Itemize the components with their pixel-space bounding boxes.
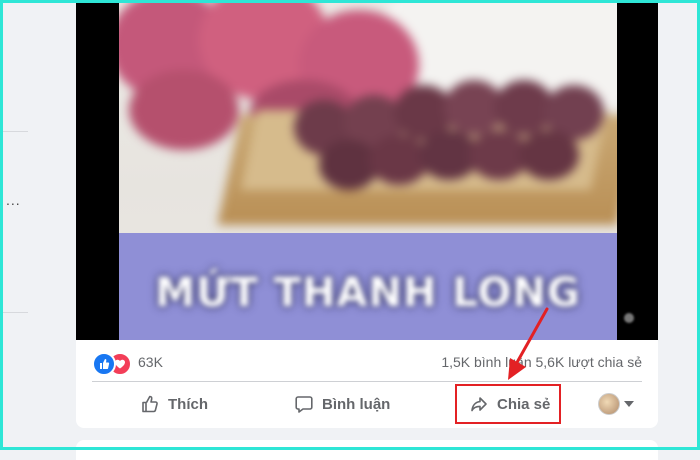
image-caption: MỨT THANH LONG — [155, 270, 581, 316]
post-actions: Thích Bình luận Chia sẻ — [76, 384, 658, 424]
next-post-card — [76, 440, 658, 460]
like-label: Thích — [168, 395, 208, 413]
reaction-count[interactable]: 63K — [138, 354, 163, 370]
sidebar-divider — [0, 131, 28, 132]
like-reaction-icon[interactable] — [92, 352, 116, 376]
dragon-fruit — [129, 70, 239, 150]
left-sidebar: ... — [0, 0, 30, 450]
post-stats: 63K 1,5K bình luận 5,6K lượt chia sẻ — [76, 348, 658, 376]
sidebar-divider — [0, 312, 28, 313]
post-media[interactable]: MỨT THANH LONG — [76, 0, 658, 340]
comment-bubble-icon — [295, 396, 313, 413]
media-indicator-icon — [624, 313, 634, 323]
thumbs-up-icon — [142, 395, 158, 413]
share-highlight-box — [455, 384, 561, 424]
like-button[interactable]: Thích — [140, 384, 208, 424]
stats-divider — [92, 381, 642, 382]
avatar — [598, 393, 620, 415]
comments-shares-count[interactable]: 1,5K bình luận 5,6K lượt chia sẻ — [441, 354, 642, 370]
post-card: MỨT THANH LONG 63K 1,5K bình luận 5,6K l… — [76, 0, 658, 428]
reaction-profile-selector[interactable] — [598, 384, 634, 424]
comment-button[interactable]: Bình luận — [294, 384, 390, 424]
post-photo[interactable]: MỨT THANH LONG — [119, 0, 617, 340]
comment-label: Bình luận — [322, 395, 391, 413]
jam-piece — [519, 130, 579, 180]
caret-down-icon — [624, 401, 634, 407]
sidebar-more-ellipsis[interactable]: ... — [6, 192, 21, 208]
